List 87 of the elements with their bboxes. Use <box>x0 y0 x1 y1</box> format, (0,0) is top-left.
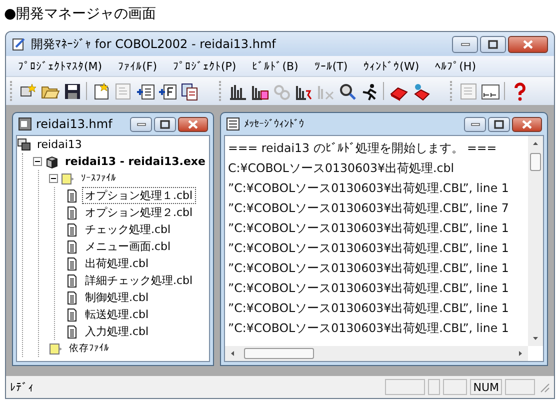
tree-item[interactable]: 入力処理.cbl <box>82 323 152 340</box>
child-window-title: ﾒｯｾｰｼﾞｳｨﾝﾄﾞｳ <box>244 118 304 130</box>
status-panel <box>443 379 468 395</box>
collapse-icon[interactable] <box>33 157 42 166</box>
vertical-scrollbar[interactable] <box>528 136 543 346</box>
folder-icon <box>61 172 75 186</box>
minimize-icon <box>460 42 470 46</box>
tree-item[interactable]: チェック処理.cbl <box>82 221 174 238</box>
tree-item[interactable]: ｿｰｽﾌｧｲﾙ <box>78 172 119 185</box>
maximize-icon <box>494 120 504 128</box>
add-file-icon[interactable] <box>158 82 176 100</box>
status-panel <box>505 379 535 395</box>
num-lock-indicator: NUM <box>470 379 502 395</box>
project-file-icon <box>18 117 32 131</box>
minimize-button[interactable] <box>130 116 152 132</box>
menu-item[interactable]: ﾍﾙﾌﾟ(H) <box>427 58 484 74</box>
message-line: ”C:¥COBOLソース0130603¥出荷処理.CBL”, line 1 <box>228 220 510 237</box>
message-line: ”C:¥COBOLソース0130603¥出荷処理.CBL”, line 1 <box>228 320 510 337</box>
tree-item[interactable]: メニュー画面.cbl <box>82 238 174 255</box>
maximize-icon <box>160 120 170 128</box>
message-line: === reidai13 のﾋﾞﾙﾄﾞ処理を開始します。 === <box>228 140 498 157</box>
tree-item[interactable]: オプション処理１.cbl <box>82 187 196 204</box>
document-icon <box>65 240 79 254</box>
close-button[interactable] <box>512 116 542 132</box>
document-icon <box>65 222 79 236</box>
horizontal-scrollbar[interactable] <box>225 346 528 361</box>
menu-item[interactable]: ﾌｧｲﾙ(F) <box>110 58 165 74</box>
maximize-button[interactable] <box>488 116 510 132</box>
message-line: ”C:¥COBOLソース0130603¥出荷処理.CBL”, line 1 <box>228 240 510 257</box>
status-text: ﾚﾃﾞｨ <box>10 380 34 394</box>
tree-item[interactable]: 転送処理.cbl <box>82 306 152 323</box>
document-icon <box>65 308 79 322</box>
message-line: ”C:¥COBOLソース0130603¥出荷処理.CBL”, line 1 <box>228 180 510 197</box>
close-button[interactable] <box>508 36 548 52</box>
message-line: C:¥COBOLソース0130603¥出荷処理.cbl <box>228 160 456 177</box>
new-file-icon[interactable] <box>92 82 110 100</box>
message-line: ”C:¥COBOLソース0130603¥出荷処理.CBL”, line 7 <box>228 200 510 217</box>
close-button[interactable] <box>178 116 208 132</box>
magnifier-icon[interactable] <box>338 82 356 100</box>
minimize-button[interactable] <box>464 116 486 132</box>
menu-item[interactable]: ﾌﾟﾛｼﾞｪｸﾄ(P) <box>165 58 244 74</box>
tree-item[interactable]: reidai13 - reidai13.exe <box>62 154 208 169</box>
page-heading: ●開発マネージャの画面 <box>4 6 156 22</box>
document-icon <box>65 324 79 338</box>
copy-document-icon[interactable] <box>180 82 198 100</box>
menu-item[interactable]: ﾌﾟﾛｼﾞｪｸﾄﾏｽﾀ(M) <box>10 58 110 74</box>
scroll-thumb[interactable] <box>530 153 541 171</box>
tree-item[interactable]: 出荷処理.cbl <box>82 255 152 272</box>
resize-grip-icon[interactable] <box>538 381 550 393</box>
scroll-thumb[interactable] <box>244 348 314 359</box>
menu-item[interactable]: ｳｨﾝﾄﾞｳ(W) <box>356 58 428 74</box>
cube-icon <box>45 154 59 168</box>
close-icon <box>188 120 198 128</box>
minimize-button[interactable] <box>452 36 478 52</box>
edit-document-icon <box>12 37 26 51</box>
tree-item[interactable]: オプション処理２.cbl <box>82 204 196 221</box>
folder-icon <box>49 342 63 356</box>
child-window-title: reidai13.hmf <box>36 117 112 131</box>
status-panel <box>428 379 440 395</box>
stack-icon <box>17 138 31 152</box>
status-panel <box>385 379 426 395</box>
menu-item[interactable]: ﾋﾞﾙﾄﾞ(B) <box>244 58 306 74</box>
tree-item[interactable]: 詳細チェック処理.cbl <box>82 272 196 289</box>
close-icon <box>523 40 533 48</box>
message-line: ”C:¥COBOLソース0130603¥出荷処理.CBL”, line 1 <box>228 280 510 297</box>
minimize-icon <box>136 122 146 126</box>
tree-item[interactable]: 制御処理.cbl <box>82 289 152 306</box>
status-bar-icon[interactable] <box>480 82 500 100</box>
document-icon <box>65 290 79 304</box>
maximize-icon <box>488 40 498 48</box>
maximize-button[interactable] <box>154 116 176 132</box>
collapse-icon[interactable] <box>49 174 58 183</box>
menu-item[interactable]: ﾂｰﾙ(T) <box>306 58 356 74</box>
maximize-button[interactable] <box>480 36 506 52</box>
document-icon <box>65 256 79 270</box>
window-title: 開発ﾏﾈｰｼﾞｬ for COBOL2002 - reidai13.hmf <box>31 36 276 52</box>
document-icon <box>65 188 79 202</box>
add-source-icon[interactable] <box>136 82 154 100</box>
document-icon <box>65 274 79 288</box>
message-line: ”C:¥COBOLソース0130603¥出荷処理.CBL”, line 1 <box>228 260 510 277</box>
close-icon <box>522 120 532 128</box>
tree-item[interactable]: reidai13 <box>34 137 85 152</box>
document-icon <box>65 206 79 220</box>
tree-item[interactable]: 依存ﾌｧｲﾙ <box>66 341 112 356</box>
window-icon <box>226 117 240 131</box>
minimize-icon <box>470 122 480 126</box>
message-line: ”C:¥COBOLソース0130603¥出荷処理.CBL”, line 1 <box>228 300 510 317</box>
